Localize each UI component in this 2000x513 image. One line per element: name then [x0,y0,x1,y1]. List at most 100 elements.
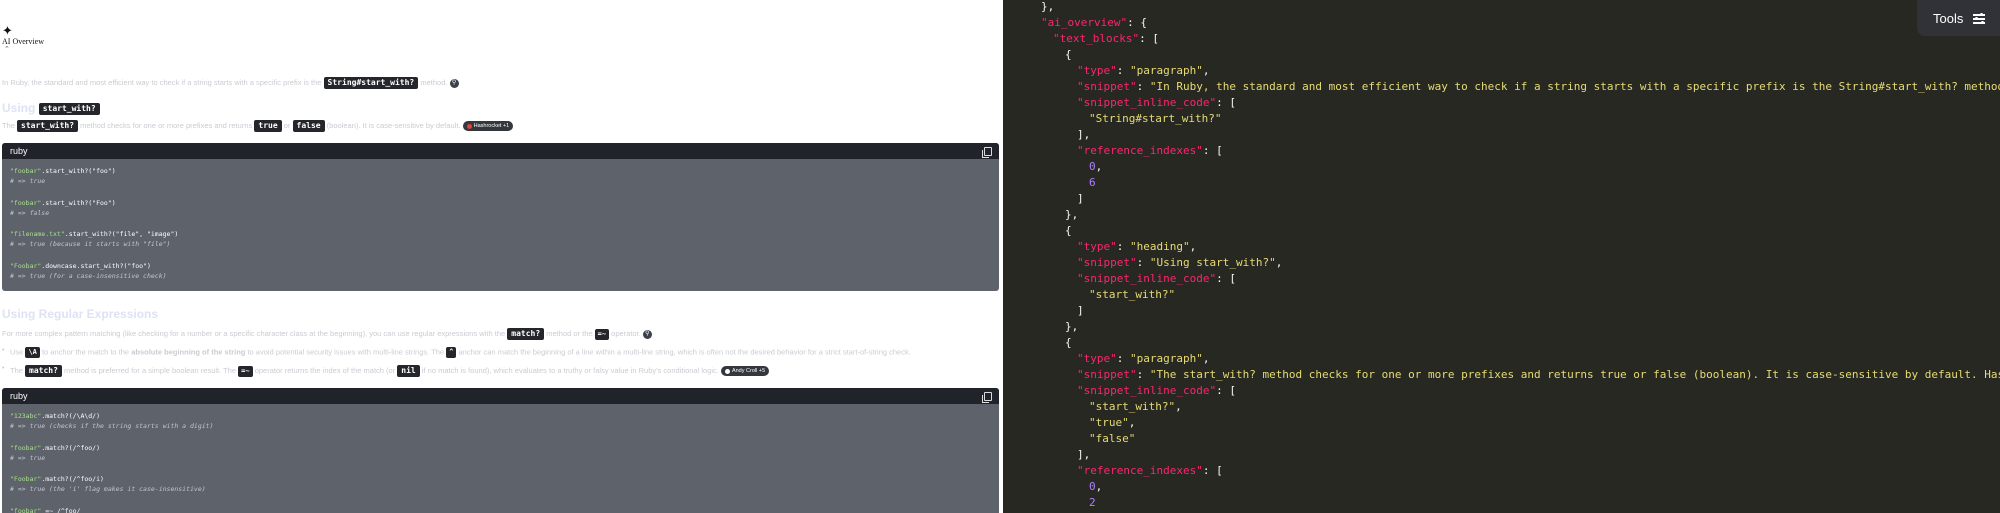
json-punct: , [1095,160,1103,173]
json-punct: ] [1077,304,1084,317]
source-favicon-icon [466,123,472,129]
heading-regular-expressions: Using Regular Expressions [2,307,159,321]
json-punct: , [1128,416,1136,429]
json-string: "start_with?" [1089,400,1176,413]
json-line: "snippet": "The start_with? method check… [1077,367,2000,383]
json-line: "ai_overview": { [1041,15,1147,31]
list-item-anchor: Use \A to anchor the match to the absolu… [2,347,911,358]
json-key: "snippet" [1077,80,1137,93]
json-punct: { [1065,336,1072,349]
inline-code: true [254,120,282,132]
paragraph-intro: In Ruby, the standard and most efficient… [2,77,459,89]
json-content: }, "ai_overview": {"text_blocks": [{"type… [1003,0,2000,513]
json-key: "snippet_inline_code" [1077,384,1217,397]
json-punct: , [1202,64,1210,77]
json-line: "start_with?" [1089,287,1175,303]
code-call: .match?(/^foo/) [41,443,101,452]
link-icon[interactable]: ⚲ [642,329,652,339]
json-line: "String#start_with?" [1089,111,1221,127]
source-chip[interactable]: Andy Croll +5 [720,366,770,376]
code-comment-line: # => true (checks if the string starts w… [10,422,214,430]
code-block-body: "123abc".match?(/\A\d/) # => true (checks… [2,404,999,513]
code-block-regex: ruby "123abc".match?(/\A\d/) # => true (c… [2,388,999,513]
json-key: "snippet" [1077,256,1137,269]
json-string: "start_with?" [1089,288,1176,301]
list-text: Use [10,347,24,357]
json-key: "type" [1077,352,1117,365]
json-punct: : [ [1216,384,1236,397]
json-punct: : [1116,64,1130,77]
code-block-header: ruby [2,388,999,404]
code-comment-line: # => true (because it starts with "file"… [10,240,171,248]
json-punct: : { [1127,16,1147,29]
json-string: "The start_with? method checks for one o… [1149,368,2000,381]
code-line: "123abc".match?(/\A\d/) [10,411,991,421]
code-string: "Foobar" [10,475,42,483]
code-line: "filename.txt".start_with?("file", "imag… [10,229,991,239]
json-string: "true" [1089,416,1129,429]
json-key: "type" [1077,64,1117,77]
paragraph-text: For more complex pattern matching (like … [2,328,506,338]
json-punct: : [ [1216,96,1236,109]
code-string: "Foobar" [10,261,42,270]
source-chip[interactable]: Hashrocket +1 [462,121,514,131]
copy-icon[interactable] [982,392,992,403]
link-icon[interactable]: ⚲ [449,78,459,88]
json-punct: ], [1077,448,1091,461]
json-punct: : [1116,240,1130,253]
json-number: 0 [1089,160,1096,173]
json-line: "start_with?", [1089,399,1182,415]
list-text: The [10,365,23,375]
json-number: 6 [1089,176,1096,189]
paragraph-text: method. [420,77,448,87]
list-text: method is preferred for a simple boolean… [64,365,237,375]
paragraph-start-with: The start_with? method checks for one or… [2,120,514,132]
heading-text: Using [2,101,36,115]
json-viewer-pane[interactable]: }, "ai_overview": {"text_blocks": [{"type… [1003,0,2000,513]
json-key: "type" [1077,240,1117,253]
json-string: "paragraph" [1130,64,1203,77]
paragraph-text: method or the [546,328,593,338]
inline-code: nil [397,365,420,377]
inline-code: =~ [594,328,610,340]
json-punct: : [ [1139,32,1159,45]
code-block-start-with: ruby "foobar".start_with?("foo") # => tru… [2,143,999,291]
source-label: Andy Croll +5 [731,368,766,374]
json-line: ], [1077,447,1090,463]
code-string: "filename.txt" [10,230,65,238]
code-string: "foobar" [10,198,42,207]
json-punct: : [ [1202,144,1223,157]
inline-code: start_with? [17,120,79,132]
json-key: "snippet_inline_code" [1077,272,1217,285]
json-string: "heading" [1130,240,1190,253]
code-line: "Foobar".downcase.start_with?("foo") [10,261,991,271]
code-comment-line: # => true (the 'i' flag makes it case-in… [10,485,206,493]
list-text: if no match is found), which evaluates t… [421,365,719,375]
code-string: "123abc" [10,412,42,420]
json-line: "false" [1089,431,1135,447]
json-line: "snippet_inline_code": [ [1077,383,1236,399]
json-punct: { [1065,224,1072,237]
code-call: =~ /^foo/ [41,506,81,513]
json-punct: ] [1077,192,1084,205]
code-comment-line: # => false [10,208,50,217]
code-block-body: "foobar".start_with?("foo") # => true "foo… [2,159,999,285]
inline-code: start_with? [38,102,100,115]
json-line: "snippet": "Using start_with?", [1077,255,1282,271]
json-punct: : [1136,368,1150,381]
list-text: to anchor the match to the [41,347,130,357]
json-line: "reference_indexes": [ [1077,143,1223,159]
tools-button[interactable]: Tools [1917,0,2000,36]
json-punct: }, [1041,0,1055,13]
source-favicon-icon [724,368,730,374]
copy-icon[interactable] [982,147,992,158]
collapse-caret-icon[interactable]: ⌃ [4,45,10,53]
json-line: { [1065,335,1072,351]
json-string: "false" [1089,432,1136,445]
json-line: ] [1077,191,1084,207]
json-key: "snippet" [1077,368,1137,381]
